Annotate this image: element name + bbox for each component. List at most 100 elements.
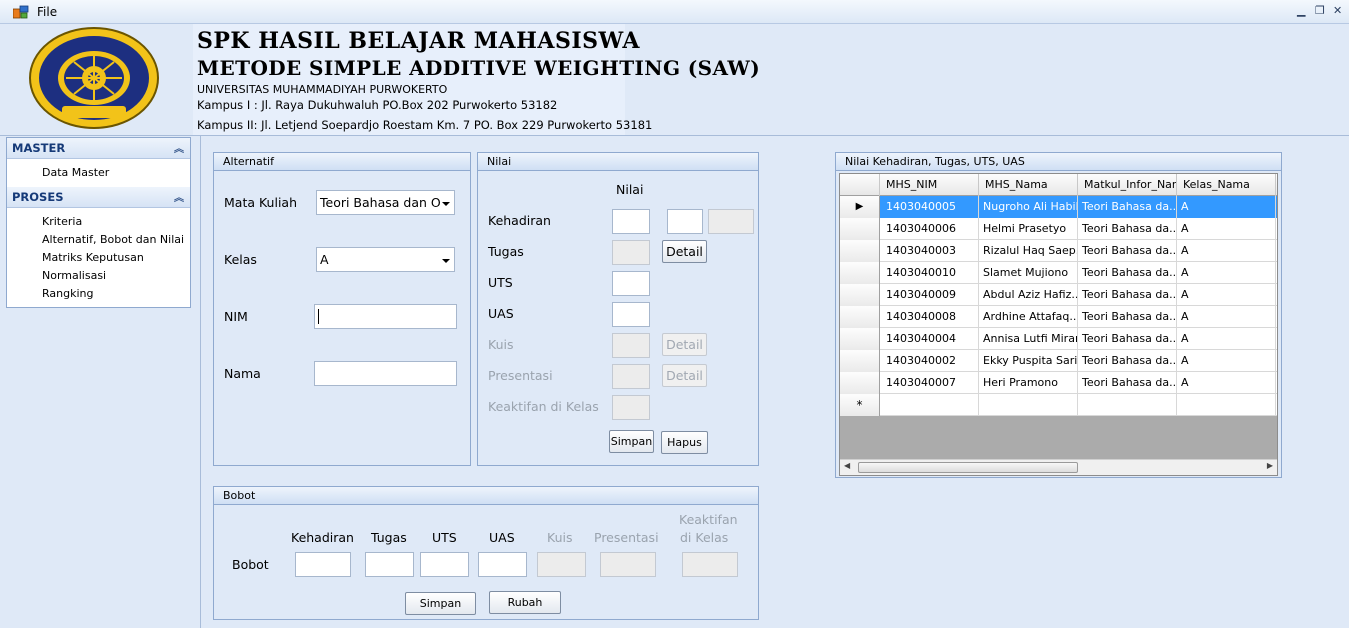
mata-kuliah-select[interactable]: Teori Bahasa dan O — [316, 190, 455, 215]
column-header-mhs-nim[interactable]: MHS_NIM — [880, 174, 979, 196]
sidebar-group-master[interactable]: MASTER ︽ — [7, 138, 190, 159]
table-cell-nama[interactable]: Ekky Puspita Sari — [979, 350, 1078, 372]
table-cell-extra[interactable]: 9 — [1276, 196, 1277, 218]
table-cell-nim[interactable]: 1403040008 — [880, 306, 979, 328]
restore-icon[interactable]: ❐ — [1315, 4, 1325, 17]
horizontal-scrollbar[interactable]: ◀ ▶ — [840, 459, 1277, 475]
table-cell-nim[interactable]: 1403040005 — [880, 196, 979, 218]
table-row[interactable]: 1403040008 Ardhine Attafaq... Teori Bahasa… — [840, 306, 1277, 328]
table-cell-kelas[interactable]: A — [1177, 306, 1276, 328]
table-cell-extra[interactable] — [1276, 372, 1277, 394]
bobot-simpan-button[interactable]: Simpan — [405, 592, 476, 615]
bobot-uts-input[interactable] — [420, 552, 469, 577]
uas-input[interactable] — [612, 302, 650, 327]
table-row[interactable]: 1403040006 Helmi Prasetyo Teori Bahasa da.… — [840, 218, 1277, 240]
table-cell-matkul[interactable]: Teori Bahasa da... — [1078, 218, 1177, 240]
sidebar-item-data-master[interactable]: Data Master — [7, 163, 190, 181]
table-cell-kelas[interactable]: A — [1177, 350, 1276, 372]
sidebar-group-proses[interactable]: PROSES ︽ — [7, 187, 190, 208]
column-header-matkul[interactable]: Matkul_Infor_Nama — [1078, 174, 1177, 196]
table-row[interactable]: 1403040004Annisa Lutfi MirantiTeori Baha… — [840, 328, 1277, 350]
nilai-data-grid[interactable]: MHS_NIM MHS_Nama Matkul_Infor_Nama Kelas… — [839, 173, 1278, 476]
kehadiran-input[interactable] — [612, 209, 650, 234]
row-header[interactable] — [840, 328, 880, 350]
row-header[interactable] — [840, 218, 880, 240]
table-row[interactable]: 1403040009 Abdul Aziz Hafiz... Teori Bahas… — [840, 284, 1277, 306]
table-cell-nama[interactable]: Abdul Aziz Hafiz... — [979, 284, 1078, 306]
scroll-left-icon[interactable]: ◀ — [844, 461, 850, 470]
bobot-rubah-button[interactable]: Rubah — [489, 591, 561, 614]
bobot-kehadiran-input[interactable] — [295, 552, 351, 577]
table-cell-nama[interactable]: Rizalul Haq Saep... — [979, 240, 1078, 262]
column-header-mhs-nama[interactable]: MHS_Nama — [979, 174, 1078, 196]
table-cell-kelas[interactable]: A — [1177, 262, 1276, 284]
table-cell-nim[interactable]: 1403040009 — [880, 284, 979, 306]
table-cell-matkul[interactable]: Teori Bahasa da... — [1078, 306, 1177, 328]
table-cell-nama[interactable]: Ardhine Attafaq... — [979, 306, 1078, 328]
table-cell-extra[interactable] — [1276, 262, 1277, 284]
table-cell-nama[interactable]: Annisa Lutfi Miranti — [979, 328, 1078, 350]
new-row[interactable]: * — [840, 394, 1277, 416]
table-cell-nama[interactable]: Nugroho Ali Habibi — [979, 196, 1078, 218]
table-cell-nama[interactable]: Slamet Mujiono — [979, 262, 1078, 284]
nim-input[interactable] — [314, 304, 457, 329]
sidebar-item-alternatif[interactable]: Alternatif, Bobot dan Nilai — [7, 230, 190, 248]
table-cell-matkul[interactable]: Teori Bahasa da... — [1078, 350, 1177, 372]
file-menu[interactable]: File — [37, 5, 57, 19]
table-cell-matkul[interactable]: Teori Bahasa da... — [1078, 284, 1177, 306]
kelas-select[interactable]: A — [316, 247, 455, 272]
new-row-cell[interactable] — [1177, 394, 1276, 416]
chevron-up-double-icon[interactable]: ︽ — [174, 189, 184, 204]
new-row-cell[interactable] — [1078, 394, 1177, 416]
table-cell-nim[interactable]: 1403040002 — [880, 350, 979, 372]
table-cell-extra[interactable] — [1276, 350, 1277, 372]
row-header[interactable] — [840, 306, 880, 328]
table-row[interactable]: 1403040002 Ekky Puspita Sari Teori Bahasa … — [840, 350, 1277, 372]
row-header[interactable] — [840, 240, 880, 262]
table-cell-extra[interactable] — [1276, 328, 1277, 350]
table-cell-kelas[interactable]: A — [1177, 196, 1276, 218]
bobot-uas-input[interactable] — [478, 552, 527, 577]
row-header[interactable]: ▶ — [840, 196, 880, 218]
table-cell-kelas[interactable]: A — [1177, 240, 1276, 262]
table-cell-nim[interactable]: 1403040007 — [880, 372, 979, 394]
table-row[interactable]: ▶ 1403040005 Nugroho Ali Habibi Teori Bahas… — [840, 196, 1277, 218]
table-cell-kelas[interactable]: A — [1177, 284, 1276, 306]
dropdown-arrow-icon[interactable] — [442, 259, 450, 263]
table-cell-nim[interactable]: 1403040006 — [880, 218, 979, 240]
new-row-cell[interactable] — [979, 394, 1078, 416]
table-cell-kelas[interactable]: A — [1177, 372, 1276, 394]
table-cell-extra[interactable] — [1276, 218, 1277, 240]
sidebar-item-rangking[interactable]: Rangking — [7, 284, 190, 302]
column-header-kelas[interactable]: Kelas_Nama — [1177, 174, 1276, 196]
bobot-tugas-input[interactable] — [365, 552, 414, 577]
uts-input[interactable] — [612, 271, 650, 296]
table-row[interactable]: 1403040010 Slamet Mujiono Teori Bahasa da.… — [840, 262, 1277, 284]
kehadiran-input-2[interactable] — [667, 209, 703, 234]
sidebar-item-matriks[interactable]: Matriks Keputusan — [7, 248, 190, 266]
sidebar-item-kriteria[interactable]: Kriteria — [7, 212, 190, 230]
row-header[interactable] — [840, 262, 880, 284]
row-header[interactable] — [840, 372, 880, 394]
minimize-icon[interactable]: ▁ — [1297, 4, 1305, 17]
table-row[interactable]: 1403040007 Heri Pramono Teori Bahasa da...… — [840, 372, 1277, 394]
tugas-detail-button[interactable]: Detail — [662, 240, 707, 263]
chevron-up-double-icon[interactable]: ︽ — [174, 140, 184, 155]
table-cell-extra[interactable] — [1276, 240, 1277, 262]
table-cell-nim[interactable]: 1403040010 — [880, 262, 979, 284]
table-cell-matkul[interactable]: Teori Bahasa da... — [1078, 372, 1177, 394]
row-header[interactable] — [840, 284, 880, 306]
nilai-hapus-button[interactable]: Hapus — [661, 431, 708, 454]
scroll-thumb[interactable] — [858, 462, 1078, 473]
table-row[interactable]: 1403040003 Rizalul Haq Saep... Teori Bahas… — [840, 240, 1277, 262]
table-cell-matkul[interactable]: Teori Bahasa da... — [1078, 196, 1177, 218]
scroll-right-icon[interactable]: ▶ — [1267, 461, 1273, 470]
table-cell-kelas[interactable]: A — [1177, 218, 1276, 240]
table-cell-matkul[interactable]: Teori Bahasa da... — [1078, 328, 1177, 350]
table-cell-nim[interactable]: 1403040003 — [880, 240, 979, 262]
new-row-cell[interactable] — [880, 394, 979, 416]
row-header[interactable] — [840, 350, 880, 372]
dropdown-arrow-icon[interactable] — [442, 202, 450, 206]
table-cell-nim[interactable]: 1403040004 — [880, 328, 979, 350]
table-cell-nama[interactable]: Heri Pramono — [979, 372, 1078, 394]
